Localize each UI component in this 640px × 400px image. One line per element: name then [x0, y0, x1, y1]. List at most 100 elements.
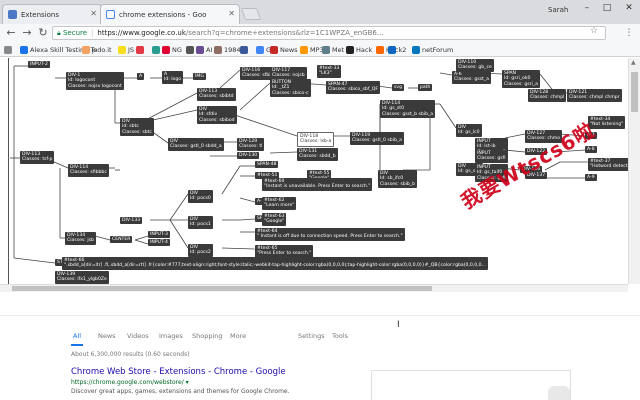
tree-node[interactable]: #text-64 " Instant is off due to connect… — [255, 228, 405, 241]
tree-node[interactable]: A-6 Classes: gsst_a — [452, 71, 491, 84]
tree-node[interactable]: INPUT-3 — [148, 231, 170, 239]
apps-icon[interactable] — [4, 44, 14, 55]
tree-node[interactable]: path — [418, 84, 433, 92]
tree-edge — [439, 72, 453, 76]
new-tab-button[interactable] — [240, 8, 262, 20]
tree-node[interactable]: DIV-118 Classes: lsb-a — [297, 132, 335, 147]
tree-edge — [94, 235, 111, 241]
menu-icon[interactable]: ⋮ — [622, 26, 636, 40]
tree-node[interactable]: #text-34 "Not listening" — [588, 116, 626, 129]
tree-node[interactable]: DIV Id: pocs1 — [188, 216, 213, 229]
result-snippet: Discover great apps, games, extensions a… — [71, 388, 290, 395]
profile-name[interactable]: Sarah — [548, 6, 568, 14]
vertical-scrollbar[interactable]: ▲ — [628, 58, 640, 284]
tree-node[interactable]: DIV-121 Classes: chmpl chmpr — [567, 89, 622, 102]
bookmark-item[interactable]: News — [270, 44, 298, 55]
tree-node[interactable]: DIV-131 Classes: sbdd_b — [297, 148, 338, 161]
tab-settings[interactable]: Settings — [298, 332, 325, 340]
tree-node[interactable]: DIV Classes: gstl_0 sbdd_a — [168, 138, 224, 151]
tree-node[interactable]: A Id: logo — [162, 71, 184, 84]
tree-node[interactable]: A-9 — [585, 174, 597, 182]
tree-node[interactable]: DIV-113 Classes: sbibtd — [197, 88, 236, 101]
forward-arrow-icon[interactable]: → — [20, 26, 34, 40]
close-window-icon[interactable]: ✕ — [620, 3, 638, 13]
horizontal-scrollbar[interactable] — [0, 284, 628, 292]
tree-node[interactable]: DIV-117 Classes: nojsb — [270, 67, 307, 80]
bookmark-item[interactable]: Hack — [346, 44, 372, 55]
tab-google-search[interactable]: chrome extensions - Goo ✕ — [100, 4, 240, 24]
close-icon[interactable]: ✕ — [90, 9, 97, 18]
tab-extensions[interactable]: Extensions ✕ — [2, 4, 102, 24]
tree-node[interactable]: #text-65 "Press Enter to search." — [255, 245, 314, 258]
tree-node[interactable]: DIV-119 Classes: gstl_0 sbib_a — [350, 132, 404, 145]
tree-node[interactable]: A — [137, 73, 145, 81]
tree-node[interactable]: DIV-113 Classes: tsf-p — [20, 151, 55, 164]
star-icon[interactable]: ☆ — [590, 26, 598, 36]
tree-node[interactable]: DIV-134 Classes: jsb — [65, 232, 96, 245]
bookmark-item[interactable]: Met — [322, 44, 344, 55]
tab-news[interactable]: News — [98, 332, 116, 340]
tree-node[interactable]: DIV-128 Classes: chmpl — [528, 89, 567, 102]
tree-node[interactable]: DIV-1 Id: logocont Classes: nojsv logoco… — [66, 72, 124, 91]
tab-images[interactable]: Images — [159, 332, 183, 340]
scroll-thumb[interactable] — [12, 286, 432, 291]
tree-node[interactable]: DIV Id: sfdiv Classes: sbibod — [197, 106, 237, 125]
tree-node[interactable]: DIV-110 Classes: gb_ce — [456, 59, 494, 72]
bookmark-item[interactable] — [240, 44, 250, 55]
tree-node[interactable]: BUTTON Id: _tZ1 Classes: sbico-c — [270, 79, 311, 98]
tree-edge — [169, 219, 189, 249]
reload-icon[interactable]: ↻ — [36, 26, 50, 40]
tree-node[interactable]: DIV-129 Classes: tl — [237, 138, 265, 151]
bookmark-item[interactable]: 1984 — [214, 44, 241, 55]
tree-node[interactable]: CENTER — [110, 236, 133, 244]
tree-node[interactable]: #text-62 "Learn more" — [262, 197, 297, 210]
bookmark-item[interactable] — [152, 44, 162, 55]
bookmark-item[interactable]: MP3 — [300, 44, 324, 55]
tree-node[interactable]: DIV-114 Classes: sfibbbc — [68, 164, 109, 177]
bookmark-item[interactable] — [388, 44, 398, 55]
tree-node[interactable]: DIV Id: pocs2 — [188, 244, 213, 257]
close-icon[interactable]: ✕ — [228, 9, 235, 18]
tree-node[interactable]: #text-66 ".sbdd_a[dir=ltr] .fl,.sbdd_a[d… — [62, 257, 488, 270]
tree-node[interactable]: DIV-114 Id: gs_st0 Classes: gsst_b sbib_… — [380, 100, 436, 119]
bookmark-item[interactable] — [186, 44, 196, 55]
bookmark-item[interactable]: jsdo.it — [82, 44, 112, 55]
tree-node[interactable]: DIV-130 — [237, 152, 260, 160]
tree-node[interactable]: #text-63 "Google" — [262, 213, 287, 226]
bookmark-item[interactable]: AI — [196, 44, 212, 55]
tree-node[interactable]: DIV Id: gs_lc0 — [456, 124, 482, 137]
tree-node[interactable]: IMG — [193, 73, 206, 81]
tree-node[interactable]: INPUT-4 — [148, 239, 170, 247]
tree-node[interactable]: #text-60 "Instant is unavailable. Press … — [262, 178, 373, 191]
tree-node[interactable]: DIV Id: pocs0 — [188, 190, 213, 203]
result-title-link[interactable]: Chrome Web Store - Extensions - Chrome -… — [71, 367, 286, 377]
back-arrow-icon[interactable]: ← — [4, 26, 18, 40]
tab-tools[interactable]: Tools — [332, 332, 348, 340]
tree-node[interactable]: SPAN-47 Classes: sbico_sbf_QF — [326, 81, 381, 94]
bookmark-item[interactable]: G — [256, 44, 271, 55]
tab-all[interactable]: All — [73, 332, 81, 340]
tree-node[interactable]: SPAN Id: gsri_ok0 Classes: gsri_a — [502, 70, 540, 89]
bookmark-item[interactable] — [136, 44, 146, 55]
minimize-icon[interactable]: – — [578, 3, 596, 13]
result-url[interactable]: https://chrome.google.com/webstore/ ▾ — [71, 379, 189, 386]
tab-videos[interactable]: Videos — [127, 332, 149, 340]
bookmark-item[interactable]: netForum — [412, 44, 453, 55]
tab-shopping[interactable]: Shopping — [192, 332, 223, 340]
tree-node[interactable]: DIV Id: sb_ifc0 Classes: sbib_b — [378, 170, 418, 189]
tree-node[interactable]: A-8 — [585, 146, 597, 154]
tree-node[interactable]: #text-33 "LK3" — [317, 65, 342, 78]
maximize-icon[interactable]: □ — [598, 3, 616, 13]
tree-node[interactable]: DIV-133 — [120, 217, 143, 225]
scroll-up-icon[interactable]: ▲ — [631, 59, 636, 66]
bookmark-item[interactable]: NG — [162, 44, 182, 55]
address-bar[interactable]: 🔒︎ Secure | https://www.google.co.uk/searc… — [52, 26, 606, 40]
bookmark-item[interactable]: JS — [118, 44, 134, 55]
tree-node[interactable]: DIV Id: sbtc Classes: sbtc — [120, 118, 154, 137]
tree-node[interactable]: DIV-139 Classes: ifx1_ylgb0Ze — [55, 271, 109, 284]
tree-node[interactable]: svg — [392, 84, 405, 92]
tab-more[interactable]: More — [230, 332, 246, 340]
tree-node[interactable]: INPUT-2 — [28, 61, 50, 69]
tree-node[interactable]: SPAN-48 — [255, 161, 279, 169]
scroll-thumb[interactable] — [631, 72, 638, 112]
